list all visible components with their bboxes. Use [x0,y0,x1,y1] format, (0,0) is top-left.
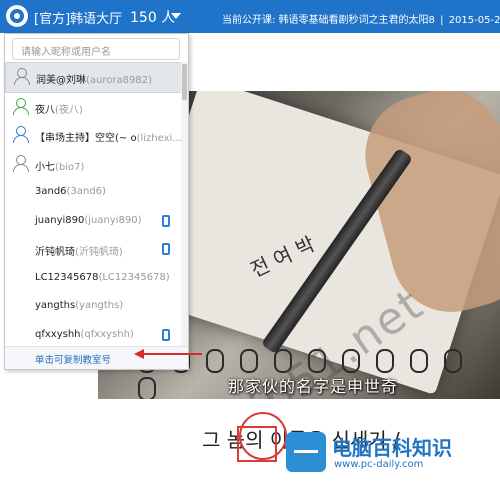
member-nickname: juanyi890 [35,214,85,226]
member-username: (juanyi890) [84,214,142,226]
member-name: 夜八(夜八) [35,101,83,116]
member-name: LC12345678(LC12345678) [35,272,170,283]
member-username: (夜八) [55,104,83,116]
member-name: 【串场主持】空空(~ o(lizhexi... [35,129,182,144]
user-avatar-icon [14,68,30,85]
mobile-icon [162,243,170,255]
search-input[interactable]: 请输入昵称或用户名 [12,38,180,60]
list-item[interactable]: yangths(yangths) [5,292,188,321]
list-item[interactable]: LC12345678(LC12345678) [5,264,188,293]
member-nickname: 润美@刘琳 [36,75,86,86]
user-avatar-icon [13,154,29,172]
member-nickname: qfxxyshh [35,328,81,340]
list-item[interactable]: 夜八(夜八) [5,93,188,122]
member-username: (qfxxyshh) [80,328,134,340]
member-name: juanyi890(juanyi890) [35,215,142,226]
search-placeholder: 请输入昵称或用户名 [21,47,111,58]
monitor-icon [286,432,326,472]
member-nickname: 沂钝帆琦 [35,247,75,258]
member-username: (bio7) [55,161,85,173]
brand-name: 电脑百科知识 [332,436,452,460]
ticker-course[interactable]: 韩语零基础看剧秒词之主君的太阳8 [279,15,435,26]
member-name: yangths(yangths) [35,300,123,311]
room-title[interactable]: [官方]韩语大厅 [34,8,122,27]
list-item[interactable]: 3and6(3and6) [5,178,188,207]
scrollbar[interactable] [181,62,188,347]
member-name: 润美@刘琳(aurora8982) [36,71,152,86]
list-item[interactable]: qfxxyshh(qfxxyshh) [5,321,188,350]
member-nickname: 小七 [35,161,55,173]
member-username: (lizhexi... [136,133,182,144]
member-username: (yangths) [75,300,124,311]
member-name: 沂钝帆琦(沂钝帆琦) [35,243,123,258]
user-avatar-icon [13,97,29,115]
course-ticker[interactable]: 当前公开课: 韩语零基础看剧秒词之主君的太阳8 | 2015-05-21 20 [222,11,500,26]
member-nickname: yangths [35,300,76,311]
mobile-icon [162,214,170,227]
member-name: qfxxyshh(qfxxyshh) [35,329,134,340]
member-nickname: 夜八 [35,104,55,116]
mobile-icon [162,328,170,341]
top-bar: [官方]韩语大厅 150 人 当前公开课: 韩语零基础看剧秒词之主君的太阳8 |… [0,0,500,33]
highlight-box [237,426,277,462]
list-item[interactable]: 【串场主持】空空(~ o(lizhexi... [5,121,188,150]
scroll-thumb[interactable] [182,64,187,100]
member-username: (aurora8982) [86,75,152,86]
red-arrow-head-icon [134,349,144,359]
brand-logo: 电脑百科知识 www.pc-daily.com [284,428,496,478]
member-username: (3and6) [66,186,106,197]
list-item[interactable]: 润美@刘琳(aurora8982) [5,62,188,93]
red-arrow-line [142,353,202,355]
ticker-label: 当前公开课: [222,15,276,26]
member-name: 小七(bio7) [35,158,84,173]
member-username: (LC12345678) [98,271,170,283]
chevron-down-icon[interactable] [171,13,181,19]
video-subtitle: 那家伙的名字是申世奇 [228,377,399,396]
member-nickname: 【串场主持】空空(~ o [35,133,137,144]
member-count[interactable]: 150 人 [130,7,175,27]
app-logo-icon [6,5,28,27]
list-item[interactable]: 沂钝帆琦(沂钝帆琦) [5,235,188,264]
member-username: (沂钝帆琦) [75,247,123,258]
member-list-panel: 请输入昵称或用户名 润美@刘琳(aurora8982) 夜八(夜八) 【串场主持】空… [4,33,189,370]
member-list: 润美@刘琳(aurora8982) 夜八(夜八) 【串场主持】空空(~ o(lizh… [5,62,188,349]
copy-room-label[interactable]: 单击可复制教室号 [35,352,111,366]
list-item[interactable]: juanyi890(juanyi890) [5,207,188,236]
user-avatar-icon [13,126,29,143]
member-nickname: 3and6 [35,186,67,197]
ticker-date: 2015-05-21 20 [448,15,500,26]
member-name: 3and6(3and6) [35,186,106,197]
copy-room-number[interactable]: 单击可复制教室号 [5,346,188,369]
ticker-separator: | [440,15,444,26]
list-item[interactable]: 小七(bio7) [5,150,188,179]
brand-url: www.pc-daily.com [334,459,424,470]
member-nickname: LC12345678 [35,271,99,283]
